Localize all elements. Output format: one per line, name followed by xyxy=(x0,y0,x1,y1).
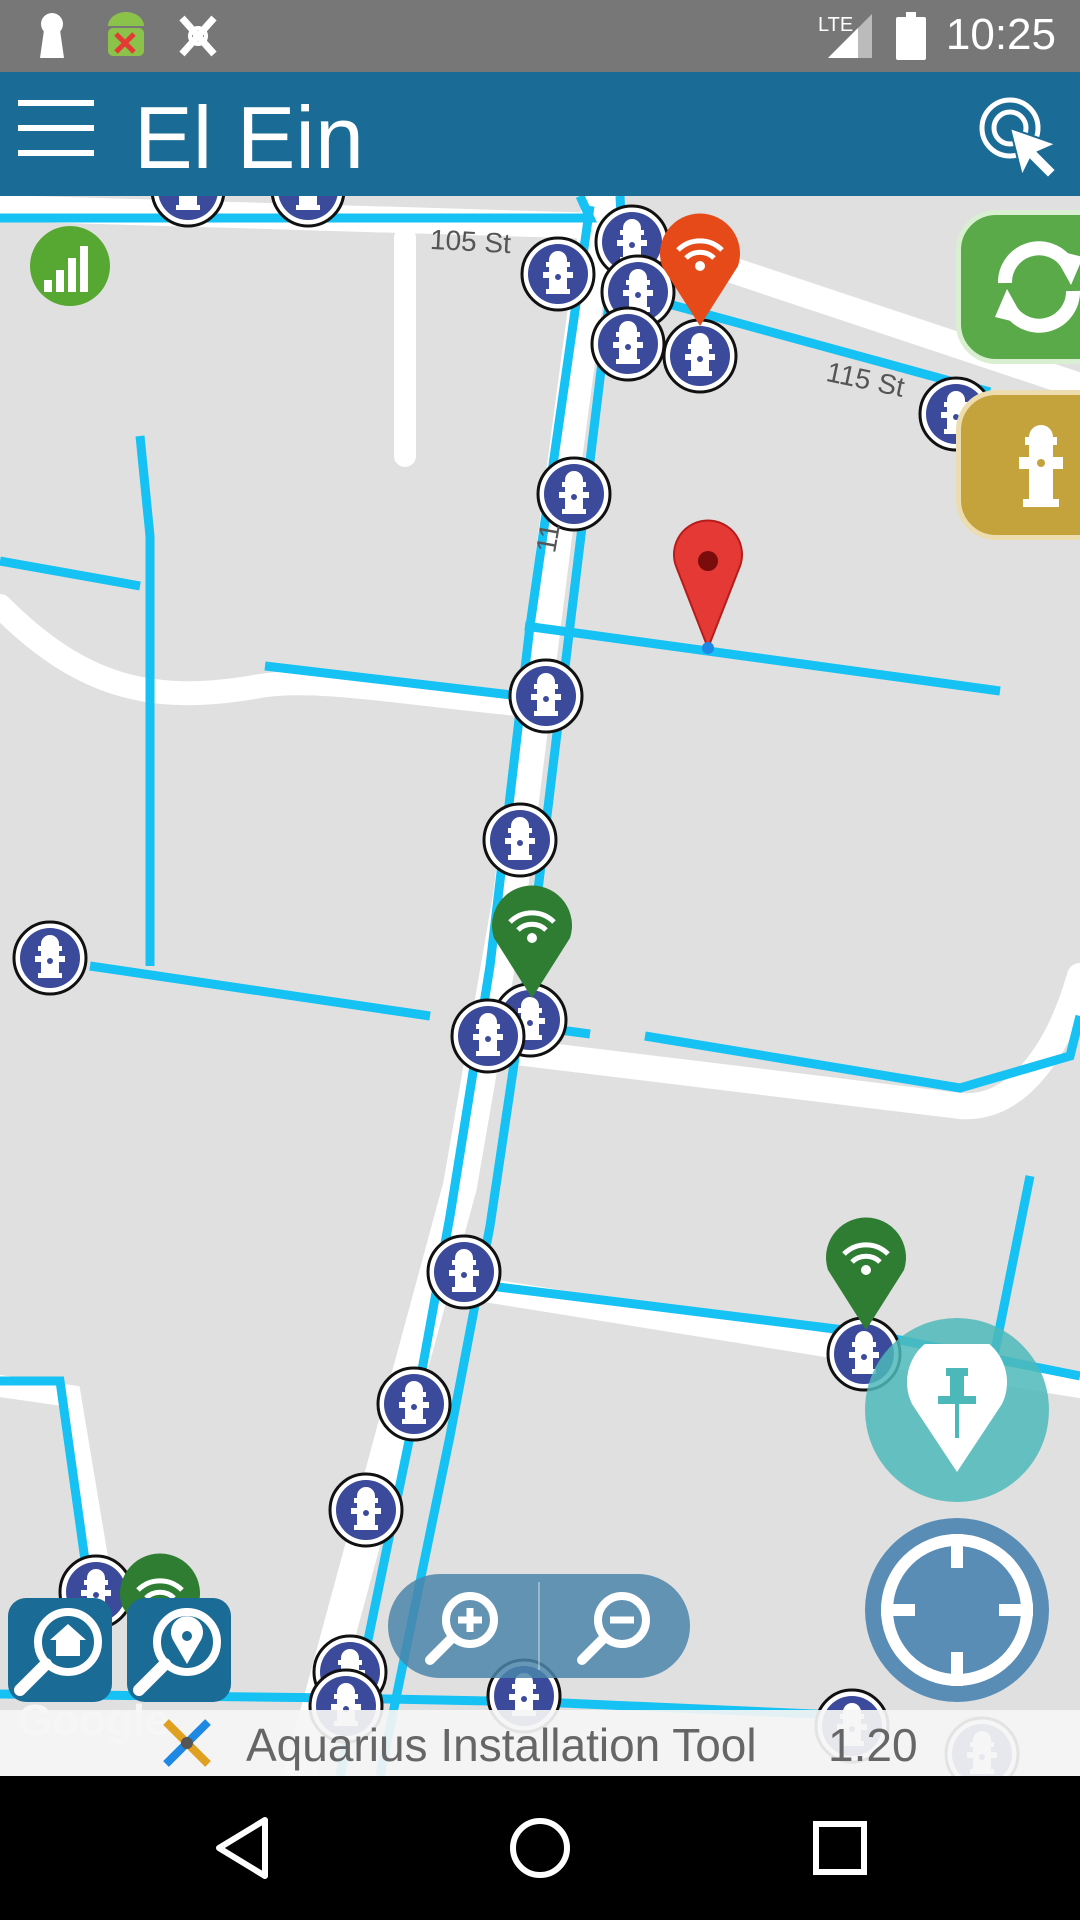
refresh-button[interactable] xyxy=(956,210,1080,364)
street-label: 11 xyxy=(530,520,566,555)
wifi-installed-marker xyxy=(826,1218,906,1330)
hydrant-icon xyxy=(1019,425,1063,507)
app-bar: El Ein xyxy=(0,72,1080,196)
battery-icon xyxy=(896,12,926,60)
zoom-control xyxy=(388,1574,690,1678)
home-search-icon xyxy=(14,1608,102,1696)
map-view[interactable]: 105 St 115 St 11 xyxy=(0,196,1080,1776)
footer-title: Aquarius Installation Tool xyxy=(246,1719,757,1771)
app-title: El Ein xyxy=(134,88,364,187)
android-debug-icon xyxy=(108,12,144,56)
menu-button[interactable] xyxy=(18,100,96,168)
selected-location-pin xyxy=(673,519,743,654)
keyhole-icon xyxy=(40,13,64,58)
home-icon[interactable] xyxy=(504,1812,576,1884)
tool-icon xyxy=(179,15,217,57)
street-label: 105 St xyxy=(429,223,512,260)
drop-pin-button[interactable] xyxy=(865,1318,1049,1502)
recents-icon[interactable] xyxy=(804,1812,876,1884)
pin-icon xyxy=(907,1344,1007,1472)
signal-bars-icon xyxy=(30,226,110,306)
status-bar: LTE 10:25 xyxy=(0,0,1080,72)
wifi-search-button[interactable] xyxy=(127,1598,231,1702)
my-location-button[interactable] xyxy=(865,1518,1049,1702)
wrench-screwdriver-icon xyxy=(163,1719,211,1767)
menu-icon xyxy=(18,100,94,106)
zoom-divider xyxy=(538,1582,540,1670)
home-search-button[interactable] xyxy=(8,1598,112,1702)
hydrant-filter-button[interactable] xyxy=(956,390,1080,540)
wifi-search-icon xyxy=(133,1608,221,1696)
signal-icon xyxy=(828,14,872,58)
touch-select-icon[interactable] xyxy=(976,94,1062,180)
navigation-bar xyxy=(0,1776,1080,1920)
footer-banner: Aquarius Installation Tool 1.20 xyxy=(0,1710,1080,1776)
refresh-icon xyxy=(995,241,1080,333)
crosshair-icon xyxy=(881,1534,1033,1686)
footer-version: 1.20 xyxy=(828,1719,918,1771)
status-time: 10:25 xyxy=(945,10,1056,59)
zoom-in-icon[interactable] xyxy=(418,1586,508,1666)
zoom-out-icon[interactable] xyxy=(570,1586,660,1666)
back-icon[interactable] xyxy=(205,1812,277,1884)
